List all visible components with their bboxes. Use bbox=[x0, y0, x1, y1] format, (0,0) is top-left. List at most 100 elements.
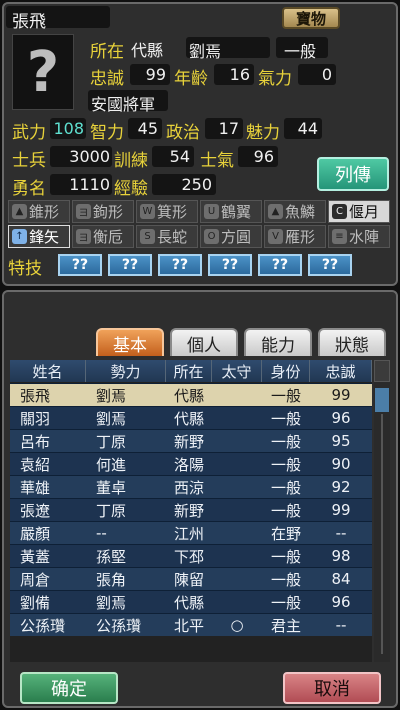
tab-2[interactable]: 能力 bbox=[244, 328, 312, 356]
table-cell: 99 bbox=[331, 386, 351, 404]
table-cell: -- bbox=[335, 524, 347, 542]
age-label: 年齡 bbox=[174, 69, 208, 89]
formation-label: 鶴翼 bbox=[221, 203, 252, 221]
energy-value: 0 bbox=[321, 65, 332, 84]
table-cell bbox=[212, 499, 262, 521]
skill-button[interactable]: ?? bbox=[108, 254, 152, 276]
table-row[interactable]: 劉備 劉焉 代縣 一般 96 bbox=[10, 590, 372, 613]
table-cell: 劉焉 bbox=[96, 386, 127, 405]
int-value: 45 bbox=[137, 119, 158, 138]
formation-1[interactable]: ヨ鉤形 bbox=[72, 200, 134, 223]
loyalty-label: 忠誠 bbox=[90, 69, 124, 89]
skill-button[interactable]: ?? bbox=[158, 254, 202, 276]
table-cell bbox=[212, 591, 262, 613]
table-cell: 關羽 bbox=[20, 409, 51, 428]
table-row[interactable]: 黃蓋 孫堅 下邳 一般 98 bbox=[10, 544, 372, 567]
cancel-button[interactable]: 取消 bbox=[283, 672, 381, 704]
biography-button[interactable]: 列傳 bbox=[317, 157, 389, 191]
formation-5[interactable]: C 偃月 bbox=[328, 200, 390, 223]
charm-label: 魅力 bbox=[246, 123, 280, 143]
formation-7[interactable]: ヨ衡卮 bbox=[72, 225, 134, 248]
table-cell: 董卓 bbox=[96, 478, 127, 497]
column-header[interactable]: 所在 bbox=[166, 360, 212, 382]
scrollbar-thumb[interactable] bbox=[375, 388, 389, 412]
table-cell bbox=[212, 407, 262, 429]
skill-label: 特技 bbox=[8, 259, 42, 279]
skill-button[interactable]: ?? bbox=[208, 254, 252, 276]
table-row[interactable]: 關羽 劉焉 代縣 一般 96 bbox=[10, 406, 372, 429]
table-row[interactable]: 張飛 劉焉 代縣 一般 99 bbox=[10, 383, 372, 406]
formation-label: 錐形 bbox=[29, 203, 60, 221]
table-cell: 劉焉 bbox=[96, 409, 127, 428]
table-cell: 一般 bbox=[270, 386, 301, 405]
table-row[interactable]: 嚴顏 -- 江州 在野 -- bbox=[10, 521, 372, 544]
formation-4[interactable]: ▲ 魚鱗 bbox=[264, 200, 326, 223]
table-row[interactable]: 張遼 丁原 新野 一般 99 bbox=[10, 498, 372, 521]
table-cell bbox=[212, 568, 262, 590]
table-cell: 黃蓋 bbox=[20, 547, 51, 566]
confirm-button[interactable]: 确定 bbox=[20, 672, 118, 704]
formation-3[interactable]: U 鶴翼 bbox=[200, 200, 262, 223]
table-header: 姓名 勢力 所在 太守 身份 忠誠 bbox=[10, 360, 372, 382]
table-cell: 代縣 bbox=[174, 409, 205, 428]
table-cell: 99 bbox=[331, 501, 351, 519]
table-cell: 公孫瓚 bbox=[96, 616, 142, 635]
table-cell: ○ bbox=[230, 616, 244, 634]
tab-1[interactable]: 個人 bbox=[170, 328, 238, 356]
officer-name: 張飛 bbox=[12, 12, 46, 32]
column-header[interactable]: 太守 bbox=[212, 360, 262, 382]
formation-9[interactable]: O 方圓 bbox=[200, 225, 262, 248]
table-cell: 代縣 bbox=[174, 593, 205, 612]
location-value: 代縣 bbox=[131, 41, 164, 60]
table-cell bbox=[212, 476, 262, 498]
table-cell: -- bbox=[335, 616, 347, 634]
fame-value: 1110 bbox=[69, 175, 110, 194]
table-cell: 95 bbox=[331, 432, 351, 450]
troops-label: 士兵 bbox=[12, 151, 46, 171]
table-cell: 一般 bbox=[270, 570, 301, 589]
column-header[interactable]: 姓名 bbox=[10, 360, 86, 382]
scroll-up-button[interactable] bbox=[374, 360, 390, 382]
formation-11[interactable]: ≡ 水陣 bbox=[328, 225, 390, 248]
status-value: 一般 bbox=[284, 42, 317, 61]
table-cell: 劉備 bbox=[20, 593, 51, 612]
scrollbar-rail bbox=[381, 414, 383, 654]
skill-button[interactable]: ?? bbox=[258, 254, 302, 276]
tab-3[interactable]: 狀態 bbox=[318, 328, 386, 356]
formation-label: 魚鱗 bbox=[285, 203, 316, 221]
table-cell: 劉焉 bbox=[96, 593, 127, 612]
formation-icon: ▲ bbox=[268, 204, 283, 219]
table-cell: 新野 bbox=[174, 432, 205, 451]
table-row[interactable]: 袁紹 何進 洛陽 一般 90 bbox=[10, 452, 372, 475]
tab-0[interactable]: 基本 bbox=[96, 328, 164, 356]
table-cell: 一般 bbox=[270, 432, 301, 451]
table-cell: 江州 bbox=[174, 524, 205, 543]
training-label: 訓練 bbox=[114, 151, 148, 171]
skill-button[interactable]: ?? bbox=[308, 254, 352, 276]
table-cell: 君主 bbox=[270, 616, 301, 635]
formation-0[interactable]: ▲ 錐形 bbox=[8, 200, 70, 223]
exp-label: 經驗 bbox=[114, 179, 148, 199]
table-cell bbox=[212, 453, 262, 475]
formation-label: 衡卮 bbox=[93, 228, 124, 246]
formation-8[interactable]: S 長蛇 bbox=[136, 225, 198, 248]
formation-grid: ▲ 錐形ヨ鉤形 W 箕形 U 鶴翼 ▲ 魚鱗 C 偃月 ↑ 鋒矢ヨ衡卮 S 長蛇 O 方圓 V 雁形 ≡ 水陣 bbox=[8, 200, 390, 248]
formation-10[interactable]: V 雁形 bbox=[264, 225, 326, 248]
column-header[interactable]: 忠誠 bbox=[310, 360, 372, 382]
table-cell: 袁紹 bbox=[20, 455, 51, 474]
column-header[interactable]: 勢力 bbox=[86, 360, 166, 382]
formation-2[interactable]: W 箕形 bbox=[136, 200, 198, 223]
table-row[interactable]: 公孫瓚 公孫瓚 北平 ○ 君主 -- bbox=[10, 613, 372, 636]
formation-label: 長蛇 bbox=[157, 228, 188, 246]
table-row[interactable]: 周倉 張角 陳留 一般 84 bbox=[10, 567, 372, 590]
table-cell bbox=[212, 384, 262, 406]
table-cell: 一般 bbox=[270, 409, 301, 428]
skill-button[interactable]: ?? bbox=[58, 254, 102, 276]
formation-icon: V bbox=[268, 229, 283, 244]
column-header[interactable]: 身份 bbox=[262, 360, 310, 382]
formation-6[interactable]: ↑ 鋒矢 bbox=[8, 225, 70, 248]
table-row[interactable]: 華雄 董卓 西涼 一般 92 bbox=[10, 475, 372, 498]
charm-value: 44 bbox=[297, 119, 318, 138]
treasure-button[interactable]: 寶物 bbox=[282, 7, 340, 29]
table-row[interactable]: 呂布 丁原 新野 一般 95 bbox=[10, 429, 372, 452]
